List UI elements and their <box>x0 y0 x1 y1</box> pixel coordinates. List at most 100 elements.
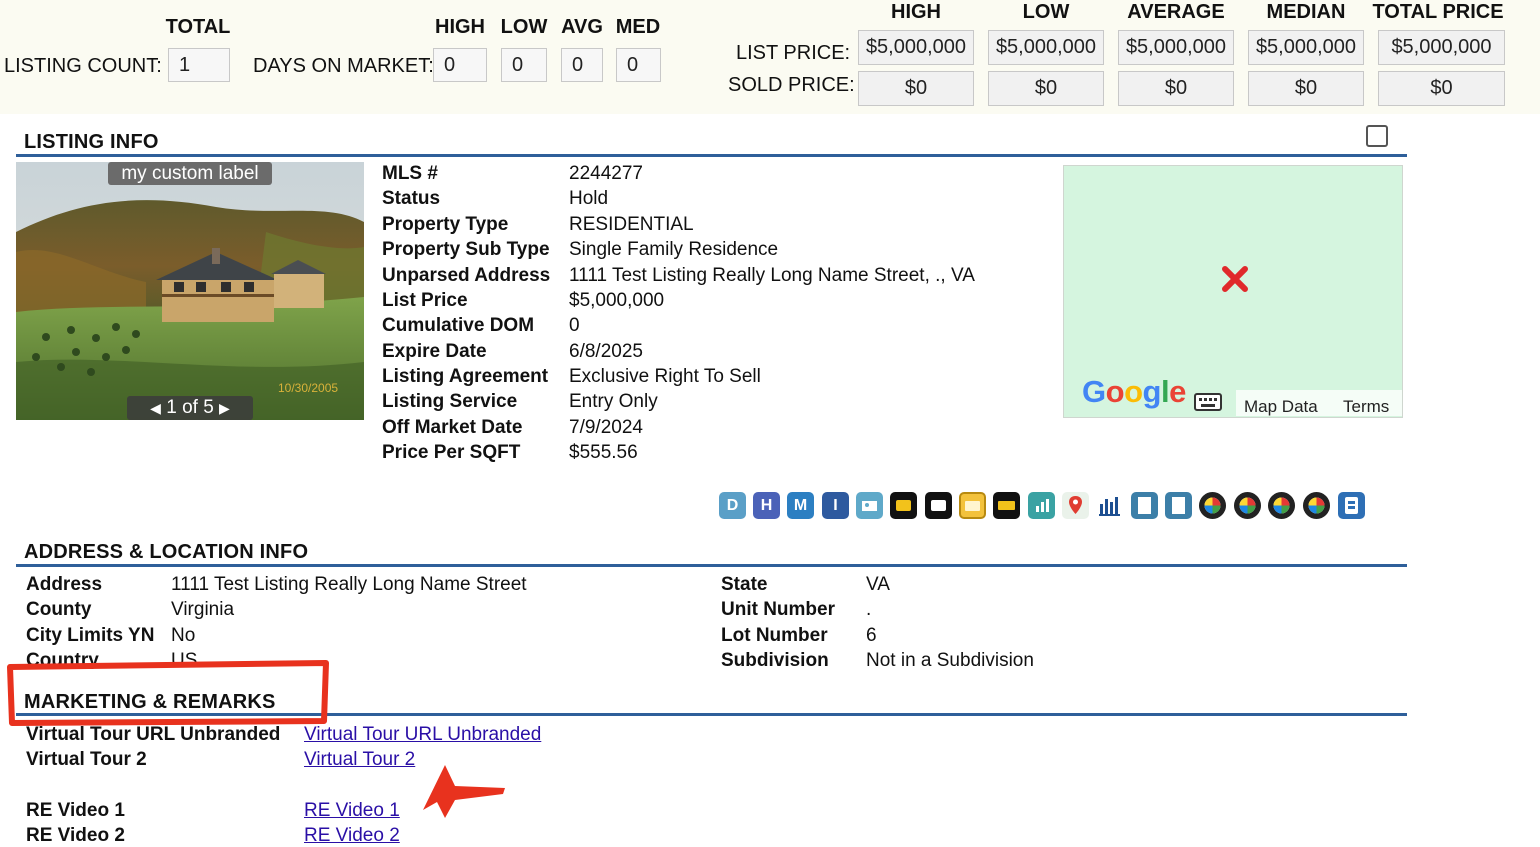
field-value: 6/8/2025 <box>569 341 643 362</box>
svg-text:10/30/2005: 10/30/2005 <box>278 381 338 395</box>
color-wheel-icon[interactable] <box>1268 492 1295 519</box>
section-divider <box>16 564 1407 567</box>
sold-price-total: $0 <box>1378 71 1505 106</box>
county-label: County <box>26 599 92 620</box>
color-wheel-icon[interactable] <box>1303 492 1330 519</box>
subdivision-value: Not in a Subdivision <box>866 650 1034 671</box>
re-video-2-link[interactable]: RE Video 2 <box>304 825 400 847</box>
sold-price-label: SOLD PRICE: <box>728 74 855 96</box>
city-limits-label: City Limits YN <box>26 625 155 646</box>
field-label: List Price <box>382 290 468 311</box>
stats-icon[interactable] <box>1028 492 1055 519</box>
list-price-low: $5,000,000 <box>988 30 1104 65</box>
list-price-total: $5,000,000 <box>1378 30 1505 65</box>
map-terms-link[interactable]: Terms <box>1343 397 1389 417</box>
color-wheel-icon[interactable] <box>1234 492 1261 519</box>
folder-icon[interactable] <box>959 492 986 519</box>
price-high-header: HIGH <box>891 1 941 23</box>
document-alt-icon[interactable] <box>1165 492 1192 519</box>
listing-photo[interactable]: 10/30/2005 <box>16 162 364 420</box>
document-icon[interactable] <box>1131 492 1158 519</box>
address-section-title: ADDRESS & LOCATION INFO <box>24 541 309 563</box>
field-label: Property Sub Type <box>382 239 550 260</box>
price-average-header: AVERAGE <box>1127 1 1225 23</box>
field-value: RESIDENTIAL <box>569 214 694 235</box>
address-value: 1111 Test Listing Really Long Name Stree… <box>171 574 527 595</box>
field-label: Expire Date <box>382 341 487 362</box>
field-value: Hold <box>569 188 609 209</box>
dom-high-header: HIGH <box>435 16 485 38</box>
unit-number-value: . <box>866 599 872 620</box>
state-label: State <box>721 574 768 595</box>
sold-price-average: $0 <box>1118 71 1234 106</box>
google-logo: Google <box>1082 374 1186 409</box>
field-label: Status <box>382 188 441 209</box>
h-button[interactable]: H <box>753 492 780 519</box>
re-video-1-link[interactable]: RE Video 1 <box>304 800 400 822</box>
field-label: Listing Service <box>382 391 518 412</box>
dom-label: DAYS ON MARKET: <box>253 55 434 77</box>
field-value: $555.56 <box>569 442 638 463</box>
listing-count-label: LISTING COUNT: <box>4 55 162 77</box>
photo-pager-text: 1 of 5 <box>166 397 214 418</box>
card-icon[interactable] <box>993 492 1020 519</box>
re-video-1-label: RE Video 1 <box>26 800 125 821</box>
price-low-header: LOW <box>1022 1 1070 23</box>
field-value: Single Family Residence <box>569 239 779 260</box>
sold-price-low: $0 <box>988 71 1104 106</box>
list-price-average: $5,000,000 <box>1118 30 1234 65</box>
dom-med-header: MED <box>615 16 661 38</box>
lot-number-value: 6 <box>866 625 877 646</box>
i-button[interactable]: I <box>822 492 849 519</box>
listing-info-title: LISTING INFO <box>24 131 159 153</box>
dom-avg-field: 0 <box>561 48 603 82</box>
field-label: Property Type <box>382 214 509 235</box>
dom-avg-header: AVG <box>561 16 603 38</box>
map-panel[interactable]: Google Map Data Terms <box>1063 165 1403 418</box>
photo-gallery-icon[interactable] <box>856 492 883 519</box>
lot-number-label: Lot Number <box>721 625 828 646</box>
m-button[interactable]: M <box>787 492 814 519</box>
stats-bar: TOTAL LISTING COUNT: 1 HIGH LOW AVG MED … <box>0 0 1540 114</box>
d-button[interactable]: D <box>719 492 746 519</box>
field-label: Off Market Date <box>382 417 523 438</box>
field-value: Exclusive Right To Sell <box>569 366 761 387</box>
list-price-high: $5,000,000 <box>858 30 974 65</box>
total-header: TOTAL <box>165 16 231 38</box>
dom-low-field: 0 <box>501 48 547 82</box>
re-video-2-label: RE Video 2 <box>26 825 125 846</box>
county-value: Virginia <box>171 599 235 620</box>
listing-count-field: 1 <box>168 48 230 82</box>
annotation-highlight-box <box>7 660 329 726</box>
unit-number-label: Unit Number <box>721 599 835 620</box>
select-checkbox[interactable] <box>1366 125 1388 147</box>
field-value: 1111 Test Listing Really Long Name Stree… <box>569 265 975 286</box>
yellow-card-icon[interactable] <box>890 492 917 519</box>
bar-chart-icon[interactable] <box>1096 492 1123 519</box>
dom-low-header: LOW <box>500 16 548 38</box>
field-value: $5,000,000 <box>569 290 665 311</box>
color-wheel-icon[interactable] <box>1199 492 1226 519</box>
white-card-icon[interactable] <box>925 492 952 519</box>
address-label: Address <box>26 574 103 595</box>
field-value: Entry Only <box>569 391 658 412</box>
list-price-median: $5,000,000 <box>1248 30 1364 65</box>
keyboard-icon[interactable] <box>1194 393 1222 411</box>
map-pin-icon[interactable] <box>1062 492 1089 519</box>
field-label: Listing Agreement <box>382 366 549 387</box>
map-marker-icon[interactable] <box>1221 265 1249 293</box>
field-label: Price Per SQFT <box>382 442 521 463</box>
price-total-header: TOTAL PRICE <box>1372 1 1504 23</box>
field-label: Cumulative DOM <box>382 315 535 336</box>
dom-high-field: 0 <box>433 48 487 82</box>
print-icon[interactable] <box>1338 492 1365 519</box>
prev-photo-icon[interactable]: ◀ <box>150 400 161 416</box>
virtual-tour-2-label: Virtual Tour 2 <box>26 749 147 770</box>
state-value: VA <box>866 574 890 595</box>
photo-pager[interactable]: ◀ 1 of 5 ▶ <box>127 396 253 420</box>
virtual-tour-2-link[interactable]: Virtual Tour 2 <box>304 749 415 771</box>
map-data-link[interactable]: Map Data <box>1244 397 1318 417</box>
dom-med-field: 0 <box>616 48 661 82</box>
next-photo-icon[interactable]: ▶ <box>219 400 230 416</box>
subdivision-label: Subdivision <box>721 650 829 671</box>
